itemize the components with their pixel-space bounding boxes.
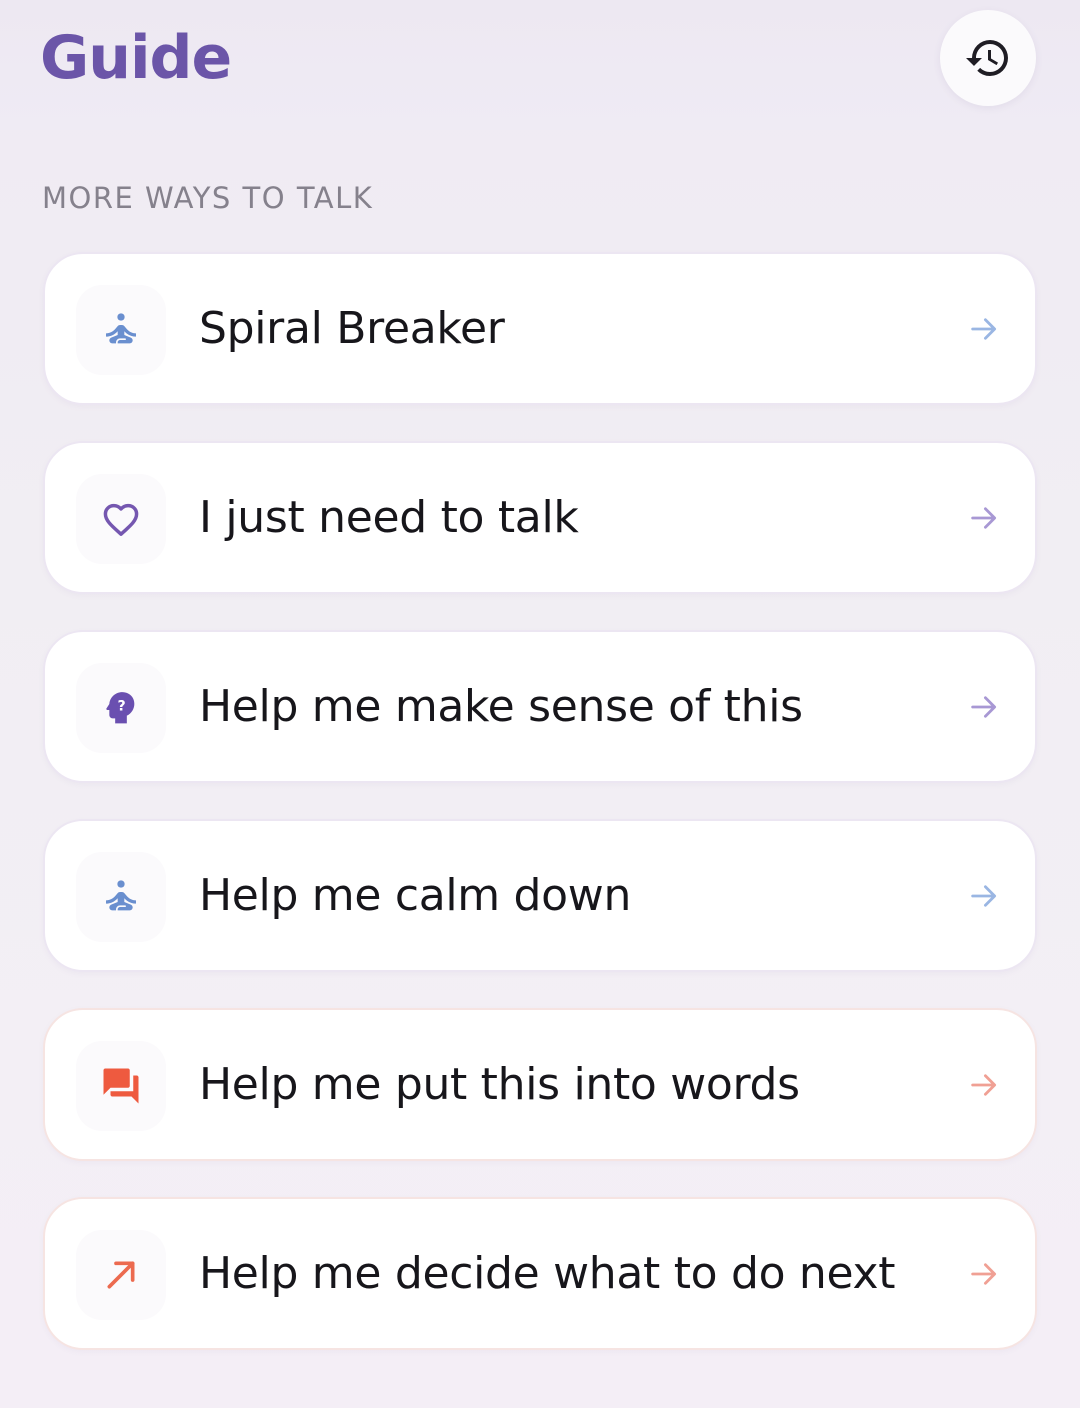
option-icon-tile: ? [76,663,166,753]
option-icon-tile [76,474,166,564]
arrow-right-icon [971,318,997,340]
option-icon-tile [76,852,166,942]
option-label: Help me make sense of this [199,681,803,732]
option-calm-down[interactable]: Help me calm down [43,819,1037,972]
option-just-need-to-talk[interactable]: I just need to talk [43,441,1037,594]
page-title: Guide [40,23,232,93]
option-make-sense[interactable]: ? Help me make sense of this [43,630,1037,783]
arrow-right-icon [971,885,997,907]
head-question-icon: ? [106,692,135,724]
arrow-right-icon [971,1074,997,1096]
option-decide-next[interactable]: Help me decide what to do next [43,1197,1037,1350]
option-label: Help me put this into words [199,1059,800,1110]
arrow-right-icon [971,1263,997,1285]
trending-arrow-icon [107,1261,135,1289]
history-icon [966,40,1008,77]
option-icon-tile [76,1230,166,1320]
svg-text:?: ? [118,698,126,714]
talk-options-list: Spiral Breaker I just need to talk ? Hel… [43,252,1037,1386]
heart-icon [103,503,139,536]
option-icon-tile [76,285,166,375]
chat-bubbles-icon [103,1068,139,1104]
option-label: Help me calm down [199,870,632,921]
arrow-right-icon [971,507,997,529]
option-icon-tile [76,1041,166,1131]
history-button[interactable] [940,10,1036,106]
option-label: I just need to talk [199,492,579,543]
meditation-icon [106,880,136,911]
meditation-icon [106,313,136,344]
option-spiral-breaker[interactable]: Spiral Breaker [43,252,1037,405]
header-bar: Guide [0,0,1080,130]
arrow-right-icon [971,696,997,718]
option-label: Help me decide what to do next [199,1248,896,1299]
option-label: Spiral Breaker [199,303,505,354]
option-put-into-words[interactable]: Help me put this into words [43,1008,1037,1161]
section-heading: MORE WAYS TO TALK [42,181,374,215]
